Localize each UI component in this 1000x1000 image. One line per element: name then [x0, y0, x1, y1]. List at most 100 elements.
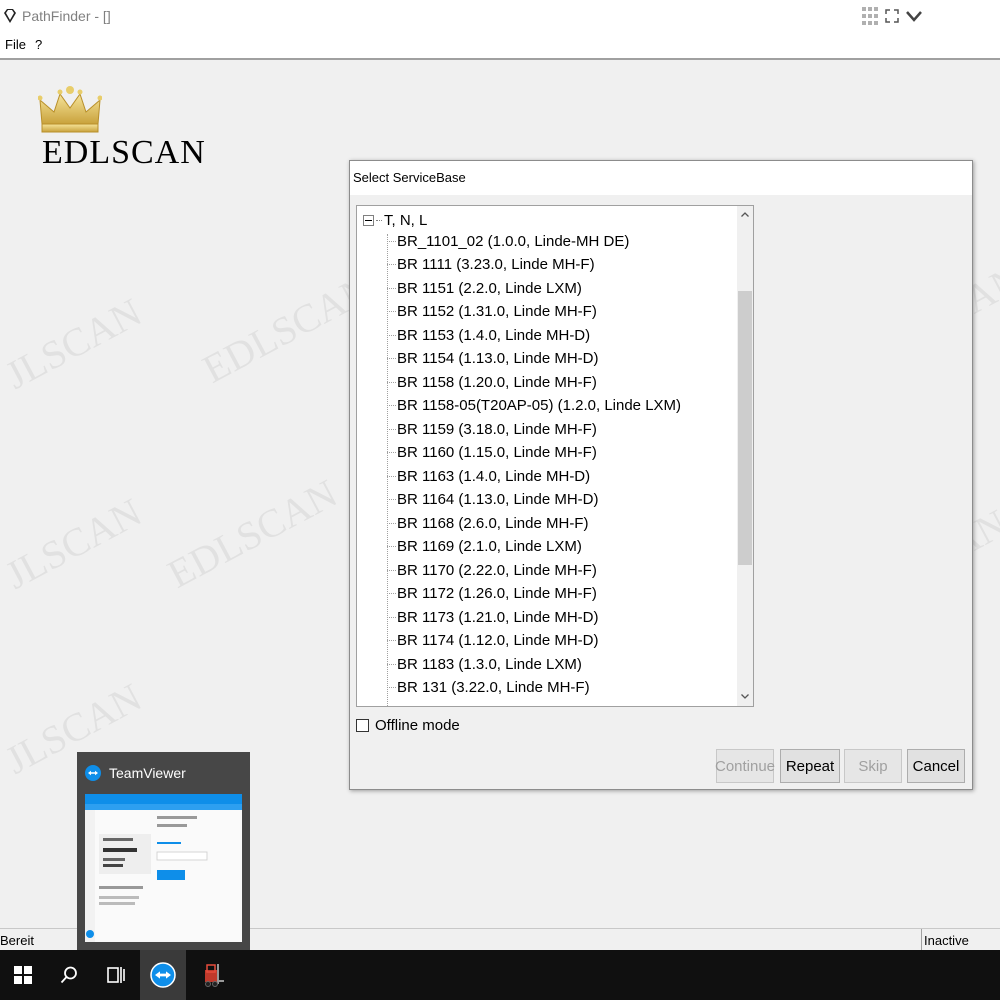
- tree-connector: [387, 428, 396, 430]
- taskbar-teamviewer[interactable]: [140, 950, 186, 1000]
- forklift-app-icon: [205, 964, 224, 987]
- teamviewer-icon: [150, 962, 176, 988]
- teamviewer-preview[interactable]: TeamViewer: [77, 752, 250, 950]
- tree-connector: [387, 546, 396, 547]
- tree-item[interactable]: BR 1164 (1.13.0, Linde MH-D): [387, 489, 598, 511]
- continue-button[interactable]: Continue: [715, 749, 775, 783]
- tree-item[interactable]: BR 1168 (2.6.0, Linde MH-F): [387, 512, 588, 534]
- tree-item[interactable]: BR 1151 (2.2.0, Linde LXM): [387, 277, 582, 299]
- tree-item[interactable]: BR 1158-05(T20AP-05) (1.2.0, Linde LXM): [387, 395, 681, 417]
- tree-connector: [387, 405, 396, 406]
- tree-connector: [387, 687, 396, 688]
- window-title: PathFinder - []: [22, 8, 111, 24]
- tree-item-label: BR 1172 (1.26.0, Linde MH-F): [397, 585, 597, 602]
- search-button[interactable]: [46, 950, 92, 1000]
- task-view-icon: [107, 967, 125, 983]
- servicebase-tree[interactable]: T, N, L BR_1101_02 (1.0.0, Linde-MH DE) B…: [356, 205, 754, 707]
- dialog-title-bar: Select ServiceBase: [350, 161, 972, 195]
- tree-connector: [387, 522, 396, 524]
- offline-mode-checkbox[interactable]: [356, 719, 369, 732]
- repeat-button[interactable]: Repeat: [780, 749, 840, 783]
- tree-item-label: BR 1160 (1.15.0, Linde MH-F): [397, 444, 597, 461]
- tree-connector: [376, 219, 382, 221]
- windows-icon: [14, 966, 32, 984]
- title-controls: [860, 4, 924, 28]
- tree-item[interactable]: BR 1172 (1.26.0, Linde MH-F): [387, 583, 597, 605]
- tree-item[interactable]: BR 1163 (1.4.0, Linde MH-D): [387, 465, 590, 487]
- cancel-button[interactable]: Cancel: [907, 749, 965, 783]
- tree-connector: [387, 264, 396, 265]
- status-panel: Inactive: [921, 929, 1000, 950]
- tree-item[interactable]: BR 1158 (1.20.0, Linde MH-F): [387, 371, 597, 393]
- teamviewer-title: TeamViewer: [109, 765, 186, 781]
- scrollbar-thumb[interactable]: [738, 291, 752, 565]
- tree-item[interactable]: BR 1159 (3.18.0, Linde MH-F): [387, 418, 597, 440]
- tree-item-label: BR 1158 (1.20.0, Linde MH-F): [397, 373, 597, 391]
- tree-root-node[interactable]: T, N, L: [363, 210, 427, 230]
- tree-connector: [387, 663, 396, 665]
- collapse-icon[interactable]: [363, 214, 374, 226]
- tree-item[interactable]: BR 1160 (1.15.0, Linde MH-F): [387, 442, 597, 464]
- tree-item[interactable]: BR_1101_02 (1.0.0, Linde-MH DE): [387, 230, 629, 252]
- tree-item[interactable]: BR 1169 (2.1.0, Linde LXM): [387, 536, 582, 558]
- start-button[interactable]: [0, 950, 46, 1000]
- tree-item[interactable]: BR 131 (3.22.0, Linde MH-F): [387, 677, 590, 699]
- taskbar: [0, 950, 1000, 1000]
- tree-item-label: BR 1111 (3.23.0, Linde MH-F): [397, 256, 595, 273]
- diamond-app-icon: [4, 9, 16, 23]
- tree-scrollbar[interactable]: [737, 206, 753, 706]
- chevron-down-icon[interactable]: [904, 5, 924, 27]
- tree-connector: [387, 287, 396, 289]
- tree-root-label: T, N, L: [384, 211, 428, 229]
- scroll-down-icon[interactable]: [737, 688, 753, 704]
- tree-item-label: BR 1168 (2.6.0, Linde MH-F): [397, 514, 589, 532]
- tree-item-label: BR 1153 (1.4.0, Linde MH-D): [397, 326, 591, 344]
- teamviewer-window-thumbnail: [85, 794, 242, 942]
- menu-file[interactable]: File: [5, 37, 26, 52]
- tree-item-label: BR 1159 (3.18.0, Linde MH-F): [397, 420, 597, 438]
- tree-item-label: BR_1101_02 (1.0.0, Linde-MH DE): [397, 232, 630, 250]
- tree-item[interactable]: BR 1111 (3.23.0, Linde MH-F): [387, 254, 595, 276]
- skip-button[interactable]: Skip: [844, 749, 902, 783]
- logo-text: EDLSCAN: [42, 134, 206, 171]
- offline-mode-label: Offline mode: [375, 717, 460, 734]
- tree-item[interactable]: BR 1183 (1.3.0, Linde LXM): [387, 653, 582, 675]
- window-title-bar: PathFinder - []: [0, 0, 1000, 34]
- tree-item[interactable]: BR 1170 (2.22.0, Linde MH-F): [387, 559, 597, 581]
- tree-connector: [387, 311, 396, 312]
- tree-connector: [387, 499, 396, 500]
- menu-help[interactable]: ?: [35, 37, 42, 52]
- offline-mode-option[interactable]: Offline mode: [356, 717, 460, 734]
- tree-item-label: BR 1164 (1.13.0, Linde MH-D): [397, 491, 599, 508]
- tree-connector: [387, 569, 396, 571]
- tree-item-label: BR 1169 (2.1.0, Linde LXM): [397, 538, 582, 555]
- fullscreen-icon[interactable]: [882, 5, 902, 27]
- grid-icon[interactable]: [860, 5, 880, 27]
- tree-item-label: BR 1152 (1.31.0, Linde MH-F): [397, 303, 597, 320]
- tree-connector: [387, 593, 396, 594]
- tree-item[interactable]: BR 1174 (1.12.0, Linde MH-D): [387, 630, 598, 652]
- taskbar-pathfinder[interactable]: [190, 950, 236, 1000]
- crown-logo-icon: [38, 86, 102, 133]
- tree-item[interactable]: BR 1154 (1.13.0, Linde MH-D): [387, 348, 598, 370]
- teamviewer-icon: [85, 765, 101, 781]
- tree-item-label: BR 131 (3.22.0, Linde MH-F): [397, 679, 590, 696]
- tree-connector: [387, 334, 396, 336]
- dialog-title: Select ServiceBase: [353, 170, 466, 185]
- tree-item-label: BR 1170 (2.22.0, Linde MH-F): [397, 561, 597, 579]
- tree-connector: [387, 358, 396, 359]
- tree-item-label: BR 1163 (1.4.0, Linde MH-D): [397, 467, 591, 485]
- menu-bar: File ?: [0, 34, 1000, 60]
- tree-item[interactable]: BR 1152 (1.31.0, Linde MH-F): [387, 301, 597, 323]
- tree-connector: [387, 640, 396, 641]
- task-view-button[interactable]: [92, 950, 138, 1000]
- tree-connector: [387, 475, 396, 477]
- select-servicebase-dialog: Select ServiceBase T, N, L BR_1101_02 (1…: [349, 160, 973, 790]
- tree-connector: [387, 240, 396, 242]
- tree-connector: [387, 452, 396, 453]
- search-icon: [60, 966, 77, 984]
- tree-connector: [387, 381, 396, 383]
- tree-item[interactable]: BR 1173 (1.21.0, Linde MH-D): [387, 606, 598, 628]
- tree-item[interactable]: BR 1153 (1.4.0, Linde MH-D): [387, 324, 590, 346]
- scroll-up-icon[interactable]: [737, 206, 753, 222]
